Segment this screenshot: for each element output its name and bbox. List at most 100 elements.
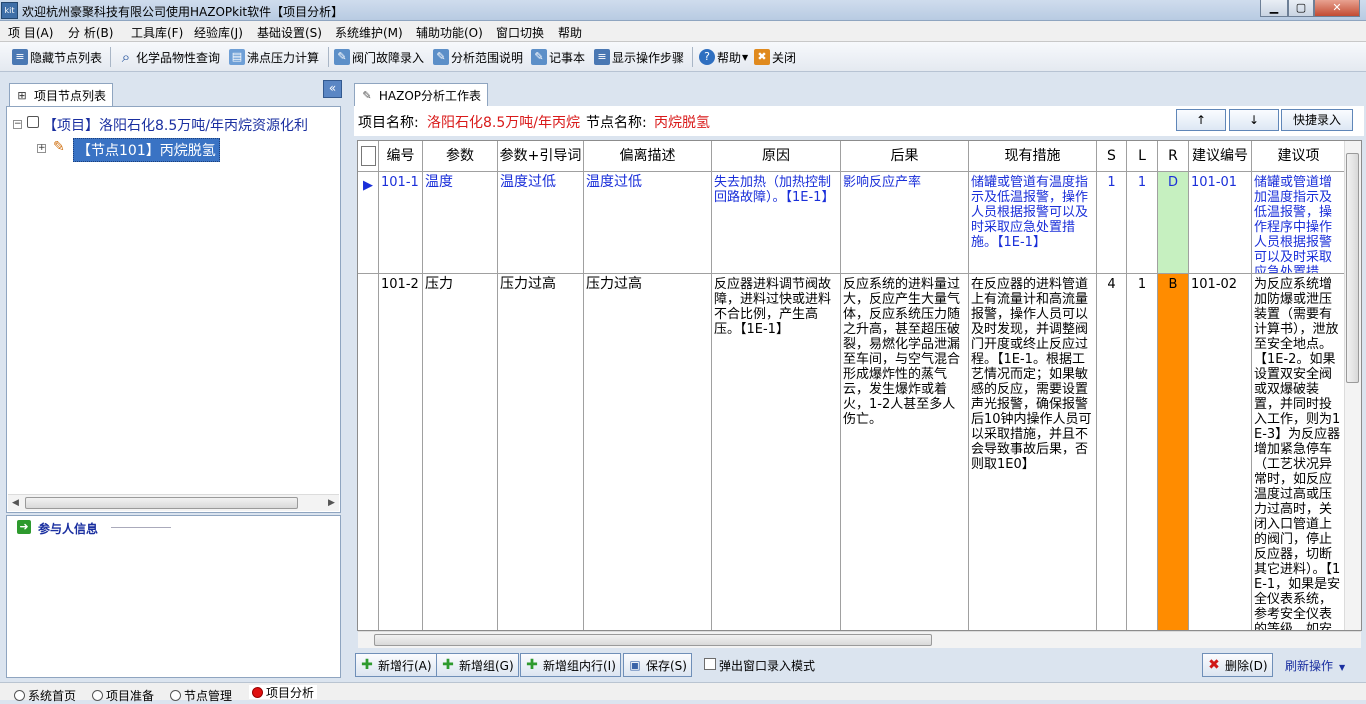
help-button[interactable]: ? 帮助 ▼ [699,47,748,67]
tree-node-item[interactable]: 【节点101】丙烷脱氢 [73,138,220,162]
table-cell[interactable]: 1 [1097,172,1127,274]
plus-icon: ✚ [442,657,454,673]
table-cell[interactable]: 在反应器的进料管道上有流量计和高流量报警，操作人员可以及时发现，并调整阀门开度或… [969,274,1097,630]
expand-toggle[interactable]: + [37,144,46,153]
tab-project-node-list[interactable]: ⊞ 项目节点列表 [9,83,113,107]
row-indicator-icon[interactable]: ▶ [358,172,379,274]
boiling-calc-button[interactable]: ▤ 沸点压力计算 [229,47,319,67]
tree-horizontal-scrollbar[interactable]: ◀ ▶ [8,494,339,511]
grid-vertical-scrollbar[interactable] [1344,141,1361,630]
delete-button[interactable]: ✖ 删除(D) [1202,653,1273,677]
menu-window[interactable]: 窗口切换 [496,24,544,41]
add-group-button[interactable]: ✚ 新增组(G) [436,653,519,677]
tab-hazop-worksheet[interactable]: ✎ HAZOP分析工作表 [354,83,488,107]
show-steps-button[interactable]: ≡ 显示操作步骤 [594,47,684,67]
menu-experience[interactable]: 经验库(J) [194,24,243,41]
table-cell[interactable]: 压力 [423,274,498,630]
table-cell[interactable]: 101-2 [379,274,423,630]
popup-mode-label: 弹出窗口录入模式 [719,659,816,673]
close-button[interactable]: ✖ 关闭 [754,47,796,67]
table-cell[interactable]: 温度 [423,172,498,274]
table-cell[interactable]: 1 [1127,172,1158,274]
column-header[interactable]: 后果 [841,141,969,172]
table-cell[interactable]: 失去加热（加热控制回路故障）。【1E-1】 [712,172,841,274]
scope-desc-button[interactable]: ✎ 分析范围说明 [433,47,523,67]
table-cell[interactable]: 压力过高 [584,274,712,630]
quick-entry-button[interactable]: 快捷录入 [1281,109,1353,131]
table-cell[interactable]: 温度过低 [584,172,712,274]
status-home-tab[interactable]: 系统首页 [14,687,76,704]
table-cell[interactable]: 储罐或管道有温度指示及低温报警，操作人员根据报警可以及时采取应急处置措施。【1E… [969,172,1097,274]
project-icon [27,116,39,128]
chemical-query-button[interactable]: ⌕ 化学品物性查询 [118,47,220,67]
move-down-button[interactable]: ↓ [1229,109,1279,131]
table-cell[interactable]: 温度过低 [498,172,584,274]
column-header[interactable]: 编号 [379,141,423,172]
status-node-tab[interactable]: 节点管理 [170,687,232,704]
column-header[interactable]: R [1158,141,1189,172]
plus-icon: ✚ [526,657,538,673]
status-prep-tab[interactable]: 项目准备 [92,687,154,704]
list-icon: ≡ [12,49,28,65]
scroll-thumb[interactable] [1346,153,1359,383]
table-cell[interactable]: 压力过高 [498,274,584,630]
table-cell[interactable]: 4 [1097,274,1127,630]
divider [111,527,171,528]
note-icon: ✎ [433,49,449,65]
close-window-button[interactable]: ✕ [1314,0,1360,17]
menu-settings[interactable]: 基础设置(S) [257,24,322,41]
refresh-button[interactable]: 刷新操作 ▼ [1285,657,1345,674]
collapse-panel-button[interactable]: « [323,80,342,98]
scroll-thumb[interactable] [25,497,298,509]
column-header[interactable]: 参数 [423,141,498,172]
notepad-button[interactable]: ✎ 记事本 [531,47,585,67]
column-header[interactable]: 参数+引导词 [498,141,584,172]
grid-horizontal-scrollbar[interactable] [358,631,1361,648]
save-icon: ▣ [629,658,641,672]
minimize-button[interactable]: ▁ [1260,0,1288,17]
valve-fault-button[interactable]: ✎ 阀门故障录入 [334,47,424,67]
menu-help[interactable]: 帮助 [558,24,582,41]
column-header[interactable]: L [1127,141,1158,172]
table-cell[interactable]: 影响反应产率 [841,172,969,274]
table-cell[interactable]: 101-01 [1189,172,1252,274]
menu-project[interactable]: 项 目(A) [8,24,53,41]
column-header[interactable]: S [1097,141,1127,172]
menu-tools[interactable]: 工具库(F) [131,24,183,41]
menu-aux[interactable]: 辅助功能(O) [416,24,483,41]
search-icon: ⌕ [121,48,131,66]
add-in-group-button[interactable]: ✚ 新增组内行(I) [520,653,621,677]
add-row-button[interactable]: ✚ 新增行(A) [355,653,437,677]
column-header[interactable]: 建议项 [1252,141,1346,172]
status-analysis-tab[interactable]: 项目分析 [249,685,318,700]
save-button[interactable]: ▣ 保存(S) [623,653,692,677]
table-cell[interactable]: 反应器进料调节阀故障，进料过快或进料不合比例，产生高压。【1E-1】 [712,274,841,630]
status-bar: 系统首页 项目准备 节点管理 项目分析 [0,682,1366,703]
hide-node-list-button[interactable]: ≡ 隐藏节点列表 [12,47,102,67]
collapse-toggle[interactable]: − [13,120,22,129]
maximize-button[interactable]: ▢ [1288,0,1314,17]
menu-maintenance[interactable]: 系统维护(M) [335,24,403,41]
tree-project-item[interactable]: 【项目】洛阳石化8.5万吨/年丙烷资源化利 [43,115,308,135]
menu-analysis[interactable]: 分 析(B) [68,24,113,41]
column-header[interactable]: 原因 [712,141,841,172]
table-cell[interactable]: 101-02 [1189,274,1252,630]
table-cell[interactable]: 反应系统的进料量过大，反应产生大量气体，反应系统压力随之升高，甚至超压破裂，易燃… [841,274,969,630]
table-cell[interactable]: 储罐或管道增加温度指示及低温报警，操作程序中操作人员根据报警可以及时采取应急处置… [1252,172,1346,274]
scroll-left-arrow[interactable]: ◀ [8,496,23,510]
action-bar: ✚ 新增行(A) ✚ 新增组(G) ✚ 新增组内行(I) ▣ 保存(S) 弹出窗口录入模… [352,650,1366,680]
row-selector[interactable] [358,274,379,630]
table-cell[interactable]: 为反应系统增加防爆或泄压装置（需要有计算书），泄放至安全地点。【1E-2。如果设… [1252,274,1346,630]
column-header[interactable]: 现有措施 [969,141,1097,172]
table-cell[interactable]: 101-1 [379,172,423,274]
table-cell[interactable]: 1 [1127,274,1158,630]
popup-mode-checkbox[interactable] [704,658,716,670]
column-header[interactable]: 建议编号 [1189,141,1252,172]
scroll-thumb[interactable] [374,634,932,646]
scroll-right-arrow[interactable]: ▶ [324,496,339,510]
risk-cell[interactable]: D [1158,172,1189,274]
column-header[interactable]: 偏离描述 [584,141,712,172]
risk-cell[interactable]: B [1158,274,1189,630]
dropdown-arrow-icon: ▼ [742,52,749,62]
move-up-button[interactable]: ↑ [1176,109,1226,131]
